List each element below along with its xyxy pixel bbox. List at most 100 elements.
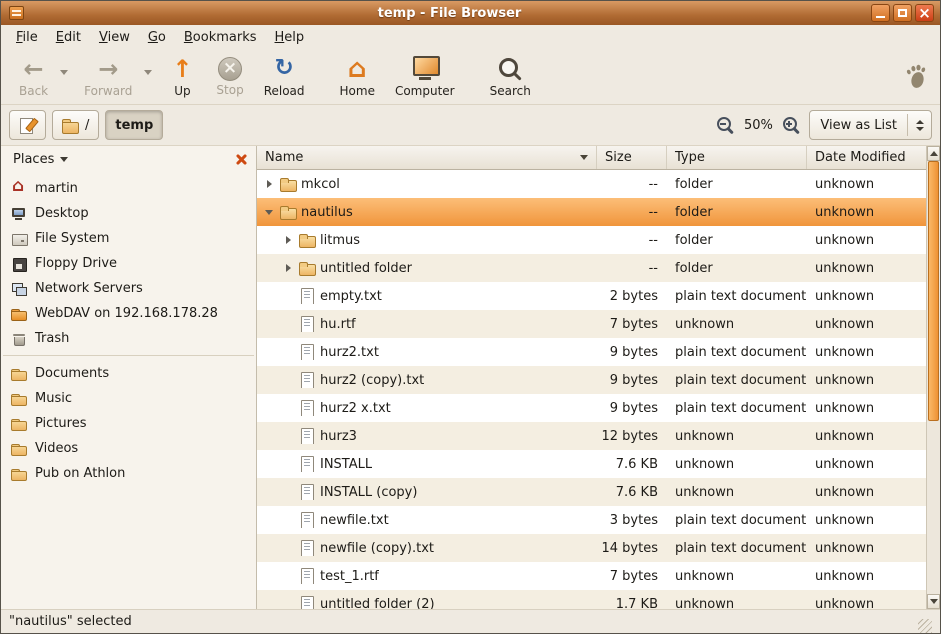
sidebar-item[interactable]: Trash	[1, 326, 256, 351]
sidebar-item[interactable]: Pictures	[1, 411, 256, 436]
table-row[interactable]: hurz2 (copy).txt 9 bytes plain text docu…	[257, 366, 926, 394]
table-row[interactable]: hurz2.txt 9 bytes plain text document un…	[257, 338, 926, 366]
folder-icon	[11, 416, 27, 432]
current-path-button[interactable]: temp	[105, 110, 163, 140]
scroll-down-button[interactable]	[927, 594, 940, 609]
table-row[interactable]: hu.rtf 7 bytes unknown unknown	[257, 310, 926, 338]
root-path-button[interactable]: /	[52, 110, 99, 140]
dropdown-caret-icon[interactable]	[144, 70, 152, 75]
toolbar-button[interactable]: Computer	[385, 54, 465, 100]
table-row[interactable]: test_1.rtf 7 bytes unknown unknown	[257, 562, 926, 590]
table-row[interactable]: empty.txt 2 bytes plain text document un…	[257, 282, 926, 310]
expander-icon[interactable]	[282, 236, 294, 244]
toolbar-button[interactable]: Home	[330, 54, 385, 100]
file-size-cell: --	[597, 177, 667, 192]
toolbar-button[interactable]: Forward	[74, 54, 142, 100]
table-row[interactable]: untitled folder (2) 1.7 KB unknown unkno…	[257, 590, 926, 609]
toolbar-button[interactable]: Back	[9, 54, 58, 100]
file-name: INSTALL (copy)	[320, 485, 417, 500]
table-row[interactable]: INSTALL (copy) 7.6 KB unknown unknown	[257, 478, 926, 506]
expander-icon[interactable]	[282, 264, 294, 272]
spinner-arrows-icon[interactable]	[907, 114, 924, 136]
titlebar[interactable]: temp - File Browser	[1, 1, 940, 25]
file-name-cell: hurz2 (copy).txt	[257, 372, 597, 388]
menu-item[interactable]: Bookmarks	[175, 27, 266, 48]
home-icon	[11, 181, 27, 197]
column-header[interactable]: Date Modified	[807, 146, 926, 169]
file-type-cell: unknown	[667, 569, 807, 584]
minimize-button[interactable]	[871, 4, 890, 22]
scrollbar-thumb[interactable]	[928, 161, 939, 421]
column-header[interactable]: Type	[667, 146, 807, 169]
sidebar-item[interactable]: Videos	[1, 436, 256, 461]
toolbar-button[interactable]: Up	[158, 54, 206, 100]
close-sidebar-button[interactable]	[234, 152, 249, 167]
maximize-button[interactable]	[893, 4, 912, 22]
file-name-cell: litmus	[257, 232, 597, 248]
view-mode-selector[interactable]: View as List	[809, 110, 932, 140]
sidebar-item[interactable]: Network Servers	[1, 276, 256, 301]
dropdown-caret-icon[interactable]	[60, 70, 68, 75]
table-row[interactable]: mkcol -- folder unknown	[257, 170, 926, 198]
zoom-level: 50%	[743, 118, 773, 133]
table-row[interactable]: newfile (copy).txt 14 bytes plain text d…	[257, 534, 926, 562]
column-header[interactable]: Size	[597, 146, 667, 169]
table-row[interactable]: newfile.txt 3 bytes plain text document …	[257, 506, 926, 534]
sidebar-item[interactable]: Documents	[1, 361, 256, 386]
scroll-up-button[interactable]	[927, 146, 940, 161]
file-date-cell: unknown	[807, 317, 926, 332]
column-header[interactable]: Name	[257, 146, 597, 169]
file-name-cell: untitled folder	[257, 260, 597, 276]
menu-item[interactable]: Go	[139, 27, 175, 48]
table-row[interactable]: litmus -- folder unknown	[257, 226, 926, 254]
sidebar-item[interactable]: Floppy Drive	[1, 251, 256, 276]
vertical-scrollbar[interactable]	[926, 146, 940, 609]
sidebar-item[interactable]: Pub on Athlon	[1, 461, 256, 486]
file-size-cell: 12 bytes	[597, 429, 667, 444]
expander-icon[interactable]	[263, 180, 275, 188]
file-name: untitled folder (2)	[320, 597, 435, 610]
home-icon	[343, 56, 371, 82]
text-file-icon	[299, 344, 315, 360]
places-selector[interactable]: Places	[8, 150, 73, 169]
table-row[interactable]: untitled folder -- folder unknown	[257, 254, 926, 282]
file-size-cell: 1.7 KB	[597, 597, 667, 610]
sidebar-item[interactable]: martin	[1, 176, 256, 201]
edit-location-button[interactable]	[9, 110, 46, 140]
file-type-cell: plain text document	[667, 289, 807, 304]
file-size-cell: 9 bytes	[597, 345, 667, 360]
file-type-cell: plain text document	[667, 541, 807, 556]
forward-icon	[94, 56, 122, 82]
file-type-cell: plain text document	[667, 345, 807, 360]
close-button[interactable]	[915, 4, 934, 22]
file-size-cell: 7 bytes	[597, 317, 667, 332]
table-row[interactable]: hurz2 x.txt 9 bytes plain text document …	[257, 394, 926, 422]
table-row[interactable]: hurz3 12 bytes unknown unknown	[257, 422, 926, 450]
sidebar-item[interactable]: WebDAV on 192.168.178.28	[1, 301, 256, 326]
sidebar-item[interactable]: Desktop	[1, 201, 256, 226]
sidebar-item[interactable]: File System	[1, 226, 256, 251]
menu-item[interactable]: View	[90, 27, 139, 48]
folder-icon	[280, 176, 296, 192]
file-date-cell: unknown	[807, 569, 926, 584]
file-type-cell: unknown	[667, 429, 807, 444]
menu-item[interactable]: File	[7, 27, 47, 48]
zoom-in-icon[interactable]	[782, 116, 800, 134]
file-name: untitled folder	[320, 261, 412, 276]
toolbar-button[interactable]: Search	[480, 54, 541, 100]
table-row[interactable]: nautilus -- folder unknown	[257, 198, 926, 226]
menu-item[interactable]: Help	[266, 27, 314, 48]
menu-item[interactable]: Edit	[47, 27, 90, 48]
toolbar-button[interactable]: Stop	[206, 54, 253, 100]
resize-grip[interactable]	[918, 619, 932, 633]
file-name: empty.txt	[320, 289, 382, 304]
zoom-out-icon[interactable]	[716, 116, 734, 134]
toolbar-button[interactable]: Reload	[254, 54, 315, 100]
table-row[interactable]: INSTALL 7.6 KB unknown unknown	[257, 450, 926, 478]
sidebar-item[interactable]: Music	[1, 386, 256, 411]
scrollbar-track[interactable]	[927, 161, 940, 594]
text-file-icon	[299, 568, 315, 584]
expander-icon[interactable]	[263, 210, 275, 215]
file-list: Name Size Type	[257, 146, 926, 609]
file-size-cell: 7.6 KB	[597, 485, 667, 500]
